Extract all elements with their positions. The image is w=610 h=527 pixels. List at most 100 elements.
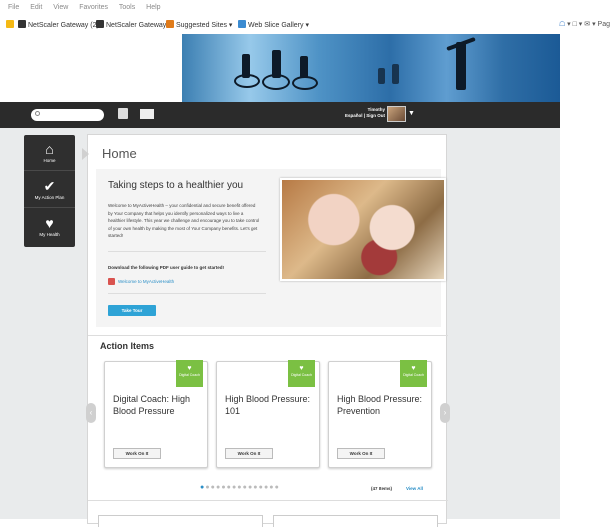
heart-icon: ♥ <box>45 215 54 231</box>
digital-coach-badge: ♥ Digital Coach <box>176 360 203 387</box>
download-heading: Download the following PDF user guide to… <box>108 265 225 270</box>
divider <box>108 293 266 294</box>
hero-body: Welcome to MyActiveHealth – your confide… <box>108 203 260 238</box>
carousel-pager[interactable]: ● ● ● ● ● ● ● ● ● ● ● ● ● ● ● <box>200 484 280 491</box>
checkmark-icon: ✔ <box>43 178 56 194</box>
sidenav-label-home: Home <box>43 158 56 163</box>
sidenav-item-my-health[interactable]: ♥ My Health <box>24 209 75 245</box>
fav-netscaler[interactable]: NetScaler Gateway <box>96 20 166 29</box>
coach-icon: ♥ <box>299 365 304 372</box>
pager-dot[interactable]: ● <box>216 484 220 491</box>
pager-dot[interactable]: ● <box>211 484 215 491</box>
home-tool-icon[interactable]: ☖ <box>559 21 565 28</box>
action-card-title: High Blood Pressure: Prevention <box>337 394 423 416</box>
badge-label: Digital Coach <box>179 373 200 377</box>
divider <box>88 335 448 336</box>
fav-netscaler-2[interactable]: NetScaler Gateway (2) <box>18 20 99 29</box>
badge-label: Digital Coach <box>403 373 424 377</box>
menu-favorites[interactable]: Favorites <box>79 4 108 11</box>
digital-coach-badge: ♥ Digital Coach <box>288 360 315 387</box>
divider <box>108 251 266 252</box>
pdf-guide-link[interactable]: Welcome to MyActiveHealth <box>118 279 174 284</box>
pager-dot[interactable]: ● <box>227 484 231 491</box>
action-card-title: High Blood Pressure: 101 <box>225 394 311 416</box>
work-on-it-button[interactable]: Work On It <box>337 448 385 459</box>
content-card-stub <box>98 515 263 527</box>
menu-edit[interactable]: Edit <box>30 4 42 11</box>
pager-dot[interactable]: ● <box>259 484 263 491</box>
page-title-arrow <box>82 148 89 160</box>
carousel-prev-button[interactable]: ‹ <box>86 403 96 423</box>
action-card[interactable]: ♥ Digital Coach Digital Coach: High Blood… <box>104 360 208 468</box>
fav-suggested-label: Suggested Sites ▾ <box>176 22 233 29</box>
pager-dot[interactable]: ● <box>248 484 252 491</box>
site-navbar: Timothy Español | Sign Out ▼ <box>0 102 560 128</box>
mail-icon[interactable] <box>140 109 154 119</box>
pager-dot[interactable]: ● <box>200 484 204 491</box>
pager-dot[interactable]: ● <box>221 484 225 491</box>
menu-tools[interactable]: Tools <box>119 4 135 11</box>
divider <box>88 500 448 501</box>
sidenav-item-action-plan[interactable]: ✔ My Action Plan <box>24 172 75 208</box>
fav-netscaler-2-label: NetScaler Gateway (2) <box>28 22 99 29</box>
children-eating-photo <box>280 178 446 281</box>
view-all-link[interactable]: View All <box>406 486 423 491</box>
badge-label: Digital Coach <box>291 373 312 377</box>
pager-dot[interactable]: ● <box>243 484 247 491</box>
pager-dot[interactable]: ● <box>237 484 241 491</box>
menu-view[interactable]: View <box>53 4 68 11</box>
action-card-title: Digital Coach: High Blood Pressure <box>113 394 191 416</box>
coach-icon: ♥ <box>187 365 192 372</box>
coach-icon: ♥ <box>411 365 416 372</box>
chevron-down-icon[interactable]: ▼ <box>408 110 415 117</box>
work-on-it-button[interactable]: Work On It <box>113 448 161 459</box>
favorites-star-icon[interactable] <box>6 20 16 29</box>
welcome-hero: Taking steps to a healthier you Welcome … <box>96 169 446 327</box>
digital-coach-badge: ♥ Digital Coach <box>400 360 427 387</box>
tools-text: ▾ □ ▾ ✉ ▾ Pag <box>567 21 610 28</box>
banner-cyclists-image <box>182 34 560 102</box>
web-slice-icon <box>238 20 246 28</box>
user-links[interactable]: Español | Sign Out <box>345 113 385 119</box>
action-items-title: Action Items <box>100 341 155 351</box>
site-banner <box>0 34 560 102</box>
calendar-icon[interactable] <box>118 108 128 119</box>
work-on-it-button[interactable]: Work On It <box>225 448 273 459</box>
fav-netscaler-label: NetScaler Gateway <box>106 22 167 29</box>
home-icon: ⌂ <box>45 141 54 157</box>
pager-dot[interactable]: ● <box>275 484 279 491</box>
take-tour-button[interactable]: Take Tour <box>108 305 156 316</box>
action-card[interactable]: ♥ Digital Coach High Blood Pressure: 101 … <box>216 360 320 468</box>
page-title: Home <box>102 146 137 161</box>
empty-area <box>560 34 610 519</box>
pager-dot[interactable]: ● <box>232 484 236 491</box>
pager-dot[interactable]: ● <box>264 484 268 491</box>
netscaler-icon <box>18 20 26 28</box>
menu-help[interactable]: Help <box>146 4 160 11</box>
browser-menubar: File Edit View Favorites Tools Help <box>0 0 610 14</box>
hero-title: Taking steps to a healthier you <box>108 180 244 191</box>
pager-dot[interactable]: ● <box>269 484 273 491</box>
avatar[interactable] <box>387 106 406 122</box>
fav-web-slice-gallery[interactable]: Web Slice Gallery ▾ <box>238 20 309 29</box>
suggested-sites-icon <box>166 20 174 28</box>
browser-tools[interactable]: ☖ ▾ □ ▾ ✉ ▾ Pag <box>559 20 610 28</box>
carousel-next-button[interactable]: › <box>440 403 450 423</box>
action-card[interactable]: ♥ Digital Coach High Blood Pressure: Prev… <box>328 360 432 468</box>
content-card-stub <box>273 515 438 527</box>
sidenav-label-action-plan: My Action Plan <box>34 195 65 200</box>
pager-dot[interactable]: ● <box>205 484 209 491</box>
netscaler-icon <box>96 20 104 28</box>
pager-dot[interactable]: ● <box>253 484 257 491</box>
side-navigation: ⌂ Home ✔ My Action Plan ♥ My Health <box>24 135 75 247</box>
fav-suggested-sites[interactable]: Suggested Sites ▾ <box>166 20 232 29</box>
main-panel: Home Taking steps to a healthier you Wel… <box>82 134 450 527</box>
item-count: (47 Items) <box>371 486 393 491</box>
menu-file[interactable]: File <box>8 4 19 11</box>
fav-web-slice-label: Web Slice Gallery ▾ <box>248 22 309 29</box>
sidenav-label-my-health: My Health <box>39 232 60 237</box>
search-input[interactable] <box>31 109 104 121</box>
favorites-bar: NetScaler Gateway (2) NetScaler Gateway … <box>0 16 610 34</box>
search-icon <box>35 111 40 116</box>
sidenav-item-home[interactable]: ⌂ Home <box>24 135 75 171</box>
